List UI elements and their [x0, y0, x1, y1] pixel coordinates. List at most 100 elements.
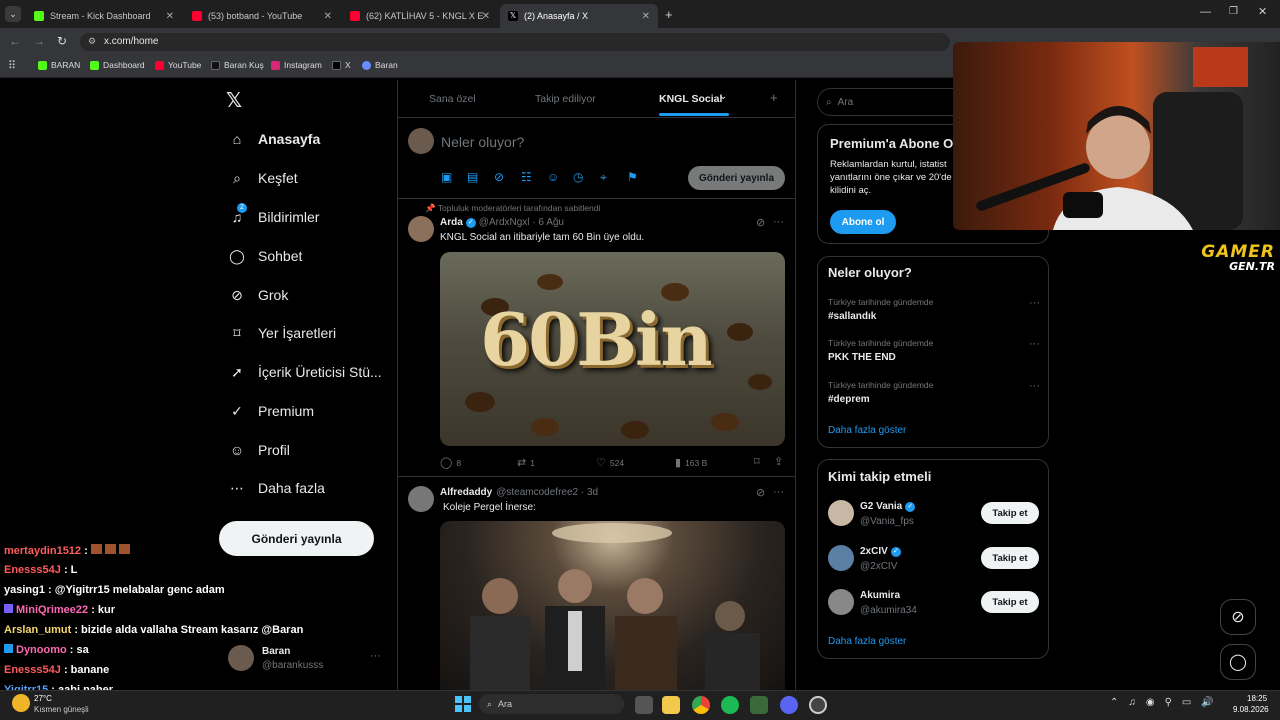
tab-takip-ediliyor[interactable]: Takip ediliyor — [535, 93, 596, 105]
reply-button[interactable]: ◯ 8 — [440, 456, 461, 469]
close-tab-icon[interactable]: ✕ — [324, 11, 332, 22]
chrome-icon[interactable] — [692, 696, 710, 714]
address-bar[interactable]: x.com/home — [80, 33, 950, 51]
weather-icon[interactable] — [12, 694, 30, 712]
site-info-icon[interactable]: ⚙ — [88, 36, 96, 47]
sidebar-item-daha-fazla[interactable]: ⋯ Daha fazla — [229, 480, 325, 496]
user-name[interactable]: G2 Vania — [860, 501, 902, 512]
account-menu-icon[interactable]: ··· — [370, 650, 381, 662]
grok-icon[interactable]: ⊘ — [494, 170, 504, 184]
bookmark-baran[interactable]: BARAN — [38, 60, 80, 70]
bookmark-instagram[interactable]: Instagram — [271, 60, 322, 70]
user-name[interactable]: 2xCIV — [860, 546, 888, 557]
trend-item[interactable]: Türkiye tarihinde gündemde PKK THE END ·… — [828, 338, 1040, 363]
system-tray-icons[interactable]: ⌃♫◉⚲▭🔊 — [1110, 697, 1224, 708]
tab-kngl-social[interactable]: KNGL Social — [659, 93, 722, 105]
gif-icon[interactable]: ▤ — [467, 170, 478, 184]
trends-show-more-link[interactable]: Daha fazla göster — [828, 425, 906, 436]
compose-post-button[interactable]: Gönderi yayınla — [688, 166, 785, 190]
sidebar-item-profil[interactable]: ☺ Profil — [229, 442, 290, 458]
sidebar-item-anasayfa[interactable]: ⌂ Anasayfa — [229, 131, 321, 147]
sidebar-item-yer-isaretleri[interactable]: ⌑ Yer İşaretleri — [229, 325, 336, 341]
follow-button[interactable]: Takip et — [981, 591, 1039, 613]
trend-item[interactable]: Türkiye tarihinde gündemde #sallandık ··… — [828, 297, 1040, 322]
emoji-icon[interactable]: ☺ — [547, 170, 559, 184]
media-icon[interactable]: ▣ — [441, 170, 452, 184]
trend-item[interactable]: Türkiye tarihinde gündemde #deprem ··· — [828, 380, 1040, 405]
sidebar-item-bildirimler[interactable]: ♫ 2 Bildirimler — [229, 203, 319, 225]
clock-time[interactable]: 18:25 — [1247, 694, 1267, 703]
trend-more-icon[interactable]: ··· — [1029, 380, 1040, 392]
chevron-down-icon[interactable]: ⌄ — [719, 91, 727, 102]
grok-floating-button[interactable]: ⊘ — [1220, 599, 1256, 635]
trend-more-icon[interactable]: ··· — [1029, 338, 1040, 350]
back-icon[interactable]: ← — [9, 34, 21, 48]
post-avatar[interactable] — [408, 486, 434, 512]
clock-date[interactable]: 9.08.2026 — [1233, 705, 1269, 714]
schedule-icon[interactable]: ◷ — [573, 170, 583, 184]
trend-more-icon[interactable]: ··· — [1029, 297, 1040, 309]
sidebar-item-icerik-ureticisi[interactable]: ➚ İçerik Üreticisi Stü... — [229, 364, 382, 380]
bookmark-post-icon[interactable]: ⌑ — [754, 455, 760, 468]
discord-icon[interactable] — [780, 696, 798, 714]
x-logo-icon[interactable]: 𝕏 — [226, 88, 242, 113]
new-tab-icon[interactable]: + — [665, 7, 673, 22]
post-avatar[interactable] — [408, 216, 434, 242]
apps-icon[interactable]: ⠿ — [8, 59, 16, 72]
sidebar-item-grok[interactable]: ⊘ Grok — [229, 287, 288, 303]
post-image[interactable]: 60Bin — [440, 252, 785, 446]
close-window-icon[interactable]: ✕ — [1258, 5, 1267, 18]
views-button[interactable]: ▮ 163 B — [675, 456, 707, 469]
share-icon[interactable]: ⇪ — [774, 455, 783, 468]
user-avatar[interactable] — [828, 500, 854, 526]
post-author[interactable]: Alfredaddy — [440, 487, 492, 498]
grok-icon[interactable]: ⊘ — [756, 486, 765, 499]
obs-icon[interactable] — [809, 696, 827, 714]
poll-icon[interactable]: ☷ — [521, 170, 532, 184]
location-icon[interactable]: ⌖ — [600, 170, 607, 185]
reload-icon[interactable]: ↻ — [57, 34, 67, 48]
minimize-icon[interactable]: — — [1200, 6, 1211, 18]
forward-icon[interactable]: → — [33, 34, 45, 48]
user-name[interactable]: Akumira — [860, 590, 900, 601]
sidebar-item-premium[interactable]: ✓ Premium — [229, 403, 314, 419]
bookmark-x[interactable]: X — [332, 60, 351, 70]
taskbar-search[interactable]: ⌕ Ara — [479, 694, 624, 714]
start-icon[interactable] — [455, 696, 471, 712]
post-image[interactable] — [440, 521, 785, 690]
follow-button[interactable]: Takip et — [981, 502, 1039, 524]
maximize-icon[interactable]: ❐ — [1229, 6, 1238, 17]
repost-button[interactable]: ⇄ 1 — [517, 456, 535, 469]
app-icon[interactable] — [750, 696, 768, 714]
subscribe-button[interactable]: Abone ol — [830, 210, 896, 234]
spotify-icon[interactable] — [721, 696, 739, 714]
grok-icon[interactable]: ⊘ — [756, 216, 765, 229]
close-tab-icon[interactable]: ✕ — [482, 11, 490, 22]
compose-input[interactable]: Neler oluyor? — [441, 134, 524, 150]
sidebar-item-sohbet[interactable]: ◯ Sohbet — [229, 248, 302, 264]
post-more-icon[interactable]: ··· — [773, 486, 784, 498]
follow-show-more-link[interactable]: Daha fazla göster — [828, 636, 906, 647]
browser-tab[interactable]: Stream - Kick Dashboard ✕ — [26, 4, 182, 28]
close-tab-icon[interactable]: ✕ — [166, 11, 174, 22]
follow-button[interactable]: Takip et — [981, 547, 1039, 569]
tab-sana-ozel[interactable]: Sana özel — [429, 93, 476, 105]
browser-tab[interactable]: (53) botband - YouTube ✕ — [184, 4, 340, 28]
sidebar-item-kesfet[interactable]: ⌕ Keşfet — [229, 170, 298, 186]
bookmark-youtube[interactable]: YouTube — [155, 60, 201, 70]
browser-tab-active[interactable]: 𝕏 (2) Anasayfa / X ✕ — [500, 4, 658, 28]
messages-floating-button[interactable]: ◯ — [1220, 644, 1256, 680]
browser-tab[interactable]: (62) KATLİHAV 5 - KNGL X ERA ✕ — [342, 4, 498, 28]
tab-search-button[interactable]: ⌄ — [5, 6, 21, 22]
post-button[interactable]: Gönderi yayınla — [219, 521, 374, 556]
user-avatar[interactable] — [828, 545, 854, 571]
account-avatar[interactable] — [228, 645, 254, 671]
bookmark-baran-2[interactable]: Baran — [362, 60, 398, 70]
post-author[interactable]: Arda — [440, 217, 463, 228]
user-avatar[interactable] — [828, 589, 854, 615]
bookmark-baran-kus[interactable]: Baran Kuş — [211, 60, 264, 70]
add-tab-icon[interactable]: + — [770, 90, 778, 105]
flag-icon[interactable]: ⚑ — [627, 170, 638, 184]
close-tab-icon[interactable]: ✕ — [642, 11, 650, 22]
task-view-icon[interactable] — [635, 696, 653, 714]
